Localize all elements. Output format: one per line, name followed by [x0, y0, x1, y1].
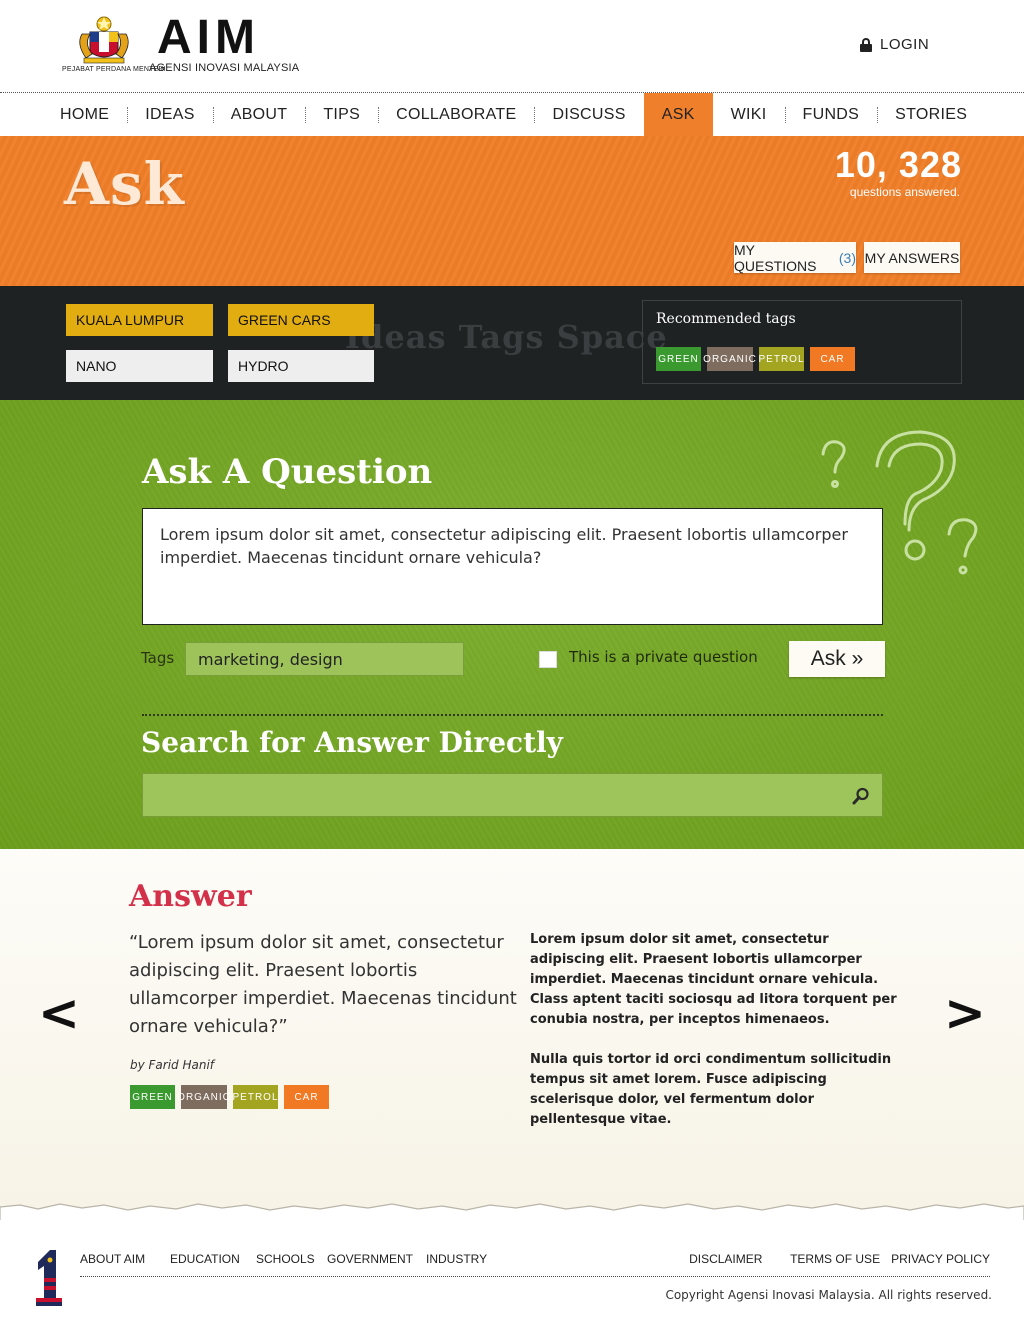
answer-section: Answer “Lorem ipsum dolor sit amet, cons… [0, 849, 1024, 1209]
footer-link-about-aim[interactable]: ABOUT AIM [80, 1252, 170, 1266]
tag-chip-hydro[interactable]: HYDRO [228, 350, 374, 382]
ask-question-title: Ask A Question [142, 452, 433, 492]
nav-item-collaborate[interactable]: COLLABORATE [378, 93, 534, 136]
footer-link-schools[interactable]: SCHOOLS [256, 1252, 327, 1266]
nav-item-ask[interactable]: ASK [643, 93, 713, 136]
site-footer: ABOUT AIM EDUCATION SCHOOLS GOVERNMENT I… [0, 1220, 1024, 1338]
ask-submit-button[interactable]: Ask » [789, 641, 885, 677]
footer-link-privacy[interactable]: PRIVACY POLICY [891, 1252, 990, 1266]
brand-title[interactable]: AIM [157, 10, 260, 66]
recommended-tag-organic[interactable]: ORGANIC [703, 347, 756, 371]
tags-input[interactable]: marketing, design [185, 642, 464, 676]
footer-link-government[interactable]: GOVERNMENT [327, 1252, 426, 1266]
recommended-tag-car[interactable]: CAR [810, 347, 855, 371]
section-divider [142, 714, 883, 716]
my-answers-button[interactable]: MY ANSWERS [864, 242, 960, 273]
footer-link-industry[interactable]: INDUSTRY [426, 1252, 487, 1266]
footer-links-right: DISCLAIMER TERMS OF USE PRIVACY POLICY [689, 1252, 990, 1266]
answer-paragraph-1: Lorem ipsum dolor sit amet, consectetur … [530, 932, 897, 1027]
search-answer-title: Search for Answer Directly [141, 726, 563, 759]
search-icon[interactable] [852, 787, 870, 805]
nav-item-funds[interactable]: FUNDS [784, 93, 878, 136]
footer-divider [80, 1276, 990, 1277]
nav-item-discuss[interactable]: DISCUSS [534, 93, 643, 136]
main-nav: HOME IDEAS ABOUT TIPS COLLABORATE DISCUS… [0, 92, 1024, 136]
login-button[interactable]: LOGIN [860, 36, 929, 53]
answer-title: Answer [129, 879, 252, 914]
tag-strip: Ideas Tags Space KUALA LUMPUR GREEN CARS… [0, 286, 1024, 400]
ask-banner: Ask 10, 328 questions answered. MY QUEST… [0, 136, 1024, 286]
tags-label: Tags [141, 649, 175, 667]
footer-link-terms[interactable]: TERMS OF USE [790, 1252, 891, 1266]
my-questions-button[interactable]: MY QUESTIONS (3) [734, 241, 856, 274]
recommended-tags-box: Recommended tags GREEN ORGANIC PETROL CA… [642, 300, 962, 384]
1malaysia-logo[interactable] [30, 1248, 64, 1308]
answer-tag-green[interactable]: GREEN [130, 1085, 175, 1109]
questions-answered-label: questions answered. [849, 185, 960, 199]
nav-item-ideas[interactable]: IDEAS [127, 93, 213, 136]
previous-answer-arrow-icon[interactable]: < [38, 988, 80, 1038]
search-answer-input[interactable] [142, 773, 883, 817]
private-question-label[interactable]: This is a private question [569, 648, 758, 666]
ask-question-section: Ask A Question Lorem ipsum dolor sit ame… [0, 400, 1024, 849]
answer-paragraph-2: Nulla quis tortor id orci condimentum so… [530, 1052, 892, 1127]
footer-link-disclaimer[interactable]: DISCLAIMER [689, 1252, 790, 1266]
tag-chip-nano[interactable]: NANO [66, 350, 213, 382]
answer-question-quote: “Lorem ipsum dolor sit amet, consectetur… [129, 932, 517, 1037]
footer-links-left: ABOUT AIM EDUCATION SCHOOLS GOVERNMENT I… [80, 1252, 487, 1266]
questions-answered-count: 10, 328 [834, 144, 962, 185]
recommended-tag-petrol[interactable]: PETROL [759, 347, 804, 371]
recommended-tag-green[interactable]: GREEN [656, 347, 701, 371]
copyright-text: Copyright Agensi Inovasi Malaysia. All r… [665, 1288, 992, 1302]
malaysia-crest-logo[interactable] [72, 14, 136, 66]
next-answer-arrow-icon[interactable]: > [944, 988, 986, 1038]
footer-link-education[interactable]: EDUCATION [170, 1252, 256, 1266]
nav-item-tips[interactable]: TIPS [305, 93, 378, 136]
private-question-checkbox[interactable] [539, 651, 557, 668]
tag-chip-green-cars[interactable]: GREEN CARS [228, 304, 374, 336]
site-header: PEJABAT PERDANA MENTERI AIM AGENSI INOVA… [0, 0, 1024, 92]
nav-item-home[interactable]: HOME [42, 93, 127, 136]
my-questions-count: (3) [838, 249, 856, 266]
answer-byline: by Farid Hanif [130, 1058, 215, 1072]
answer-tag-car[interactable]: CAR [284, 1085, 329, 1109]
my-questions-label: MY QUESTIONS [734, 241, 817, 274]
answer-tag-organic[interactable]: ORGANIC [177, 1085, 230, 1109]
page-title: Ask [64, 150, 185, 218]
login-label: LOGIN [880, 36, 930, 53]
question-textarea[interactable]: Lorem ipsum dolor sit amet, consectetur … [142, 508, 883, 625]
answer-body: Lorem ipsum dolor sit amet, consectetur … [530, 930, 900, 1130]
tag-chip-kuala-lumpur[interactable]: KUALA LUMPUR [66, 304, 213, 336]
nav-item-stories[interactable]: STORIES [877, 93, 985, 136]
answer-tag-petrol[interactable]: PETROL [233, 1085, 278, 1109]
nav-item-wiki[interactable]: WIKI [713, 93, 785, 136]
lock-icon [860, 37, 872, 52]
recommended-tags-title: Recommended tags [656, 311, 796, 327]
nav-item-about[interactable]: ABOUT [212, 93, 306, 136]
tags-watermark: Ideas Tags Space [345, 318, 668, 356]
brand-subtitle: AGENSI INOVASI MALAYSIA [149, 62, 300, 74]
